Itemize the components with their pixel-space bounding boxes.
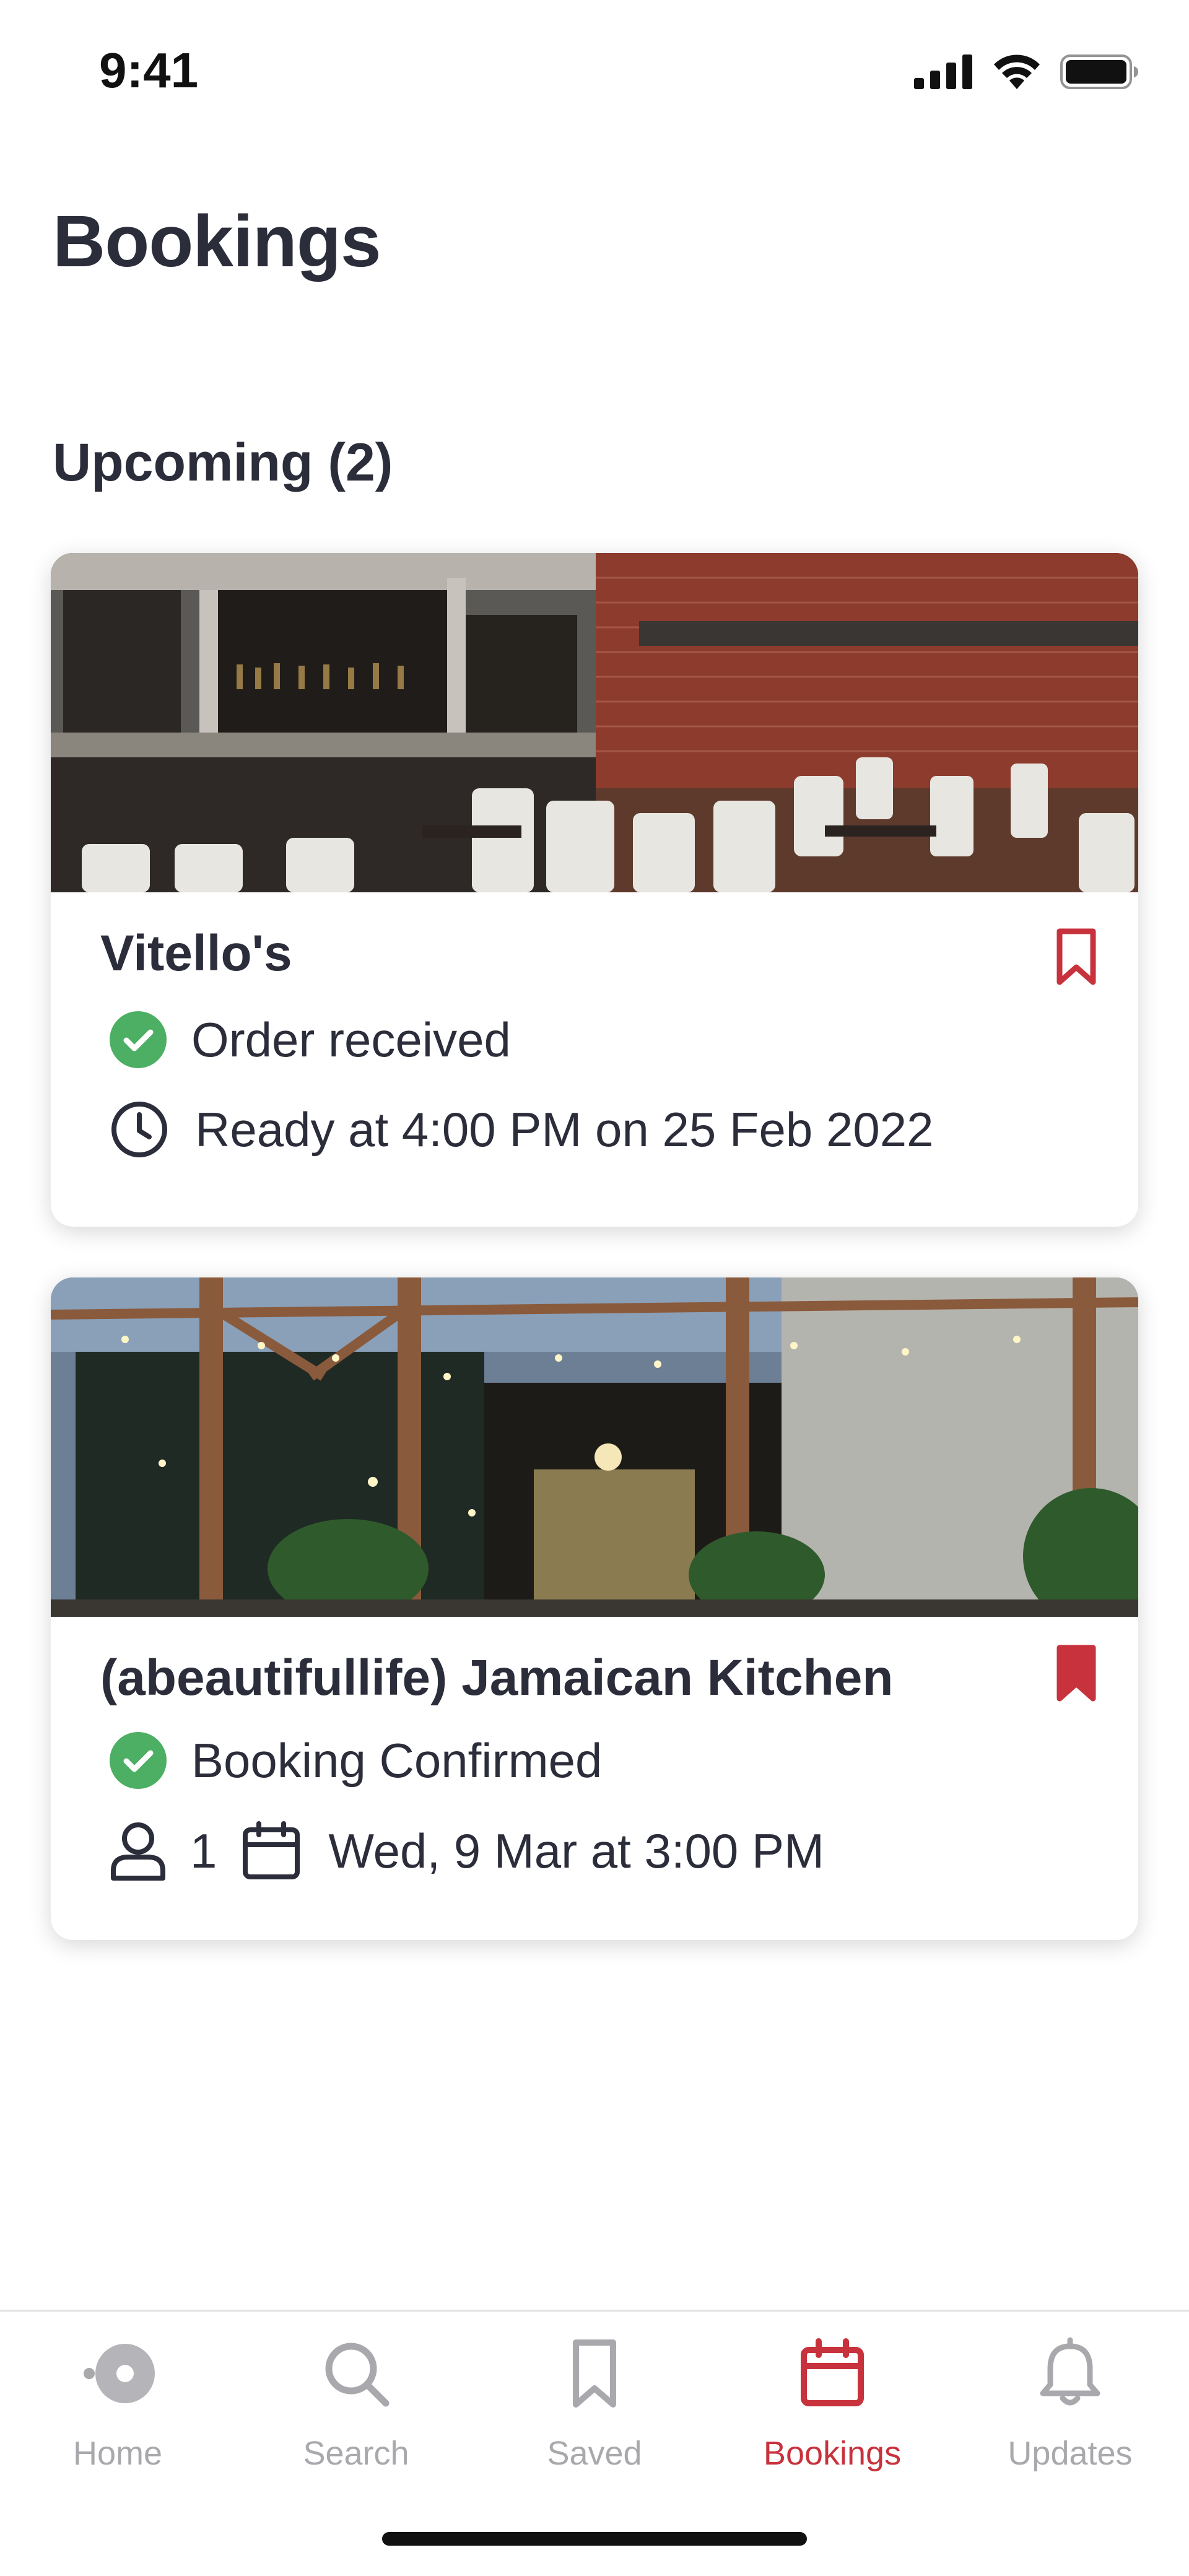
booking-status: Booking Confirmed — [191, 1733, 603, 1788]
check-circle-icon — [110, 1011, 167, 1068]
booking-detail-row: Ready at 4:00 PM on 25 Feb 2022 — [110, 1100, 933, 1159]
home-dot-icon — [84, 2344, 155, 2403]
wifi-icon — [994, 54, 1040, 89]
tab-label: Saved — [547, 2435, 642, 2472]
tab-updates[interactable]: Updates — [977, 2336, 1163, 2473]
booking-detail-row: 1 Wed, 9 Mar at 3:00 PM — [110, 1821, 824, 1881]
status-bar: 9:41 — [0, 0, 1189, 142]
booking-datetime: Wed, 9 Mar at 3:00 PM — [328, 1823, 824, 1878]
upcoming-section-title: Upcoming (2) — [53, 433, 393, 492]
home-indicator[interactable] — [382, 2532, 807, 2546]
calendar-icon — [801, 2338, 864, 2406]
tab-search[interactable]: Search — [263, 2336, 449, 2473]
calendar-icon — [243, 1821, 300, 1879]
tab-label: Updates — [1008, 2435, 1133, 2472]
bookmark-filled-icon[interactable] — [1055, 1643, 1098, 1705]
booking-card-vitellos[interactable]: Vitello's Order received Ready at 4:00 P… — [51, 553, 1138, 1227]
search-icon — [325, 2343, 390, 2407]
booking-status: Order received — [191, 1012, 511, 1067]
restaurant-photo — [51, 1277, 1138, 1617]
tab-home[interactable]: Home — [25, 2336, 211, 2473]
tab-label: Search — [303, 2435, 409, 2472]
booking-status-row: Booking Confirmed — [110, 1732, 602, 1789]
battery-icon — [1060, 54, 1138, 89]
bookmark-icon[interactable] — [1055, 926, 1098, 988]
status-icons — [914, 53, 1139, 90]
restaurant-name: Vitello's — [100, 925, 292, 981]
tab-saved[interactable]: Saved — [502, 2336, 687, 2473]
tab-bookings[interactable]: Bookings — [739, 2336, 925, 2473]
person-icon — [111, 1822, 165, 1881]
tab-label: Home — [72, 2435, 163, 2472]
restaurant-name: (abeautifullife) Jamaican Kitchen — [100, 1650, 894, 1706]
cellular-signal-icon — [914, 54, 972, 89]
bell-icon — [1040, 2337, 1100, 2406]
clock-icon — [111, 1102, 167, 1157]
booking-status-row: Order received — [110, 1011, 511, 1068]
party-size: 1 — [190, 1823, 217, 1878]
page-title: Bookings — [53, 201, 381, 282]
bookmark-icon — [573, 2339, 616, 2408]
status-time: 9:41 — [99, 43, 199, 98]
restaurant-photo — [51, 553, 1138, 892]
check-circle-icon — [110, 1732, 167, 1789]
ready-time: Ready at 4:00 PM on 25 Feb 2022 — [195, 1102, 934, 1157]
tab-label: Bookings — [763, 2435, 902, 2472]
booking-card-jamaican-kitchen[interactable]: (abeautifullife) Jamaican Kitchen Bookin… — [51, 1277, 1138, 1940]
